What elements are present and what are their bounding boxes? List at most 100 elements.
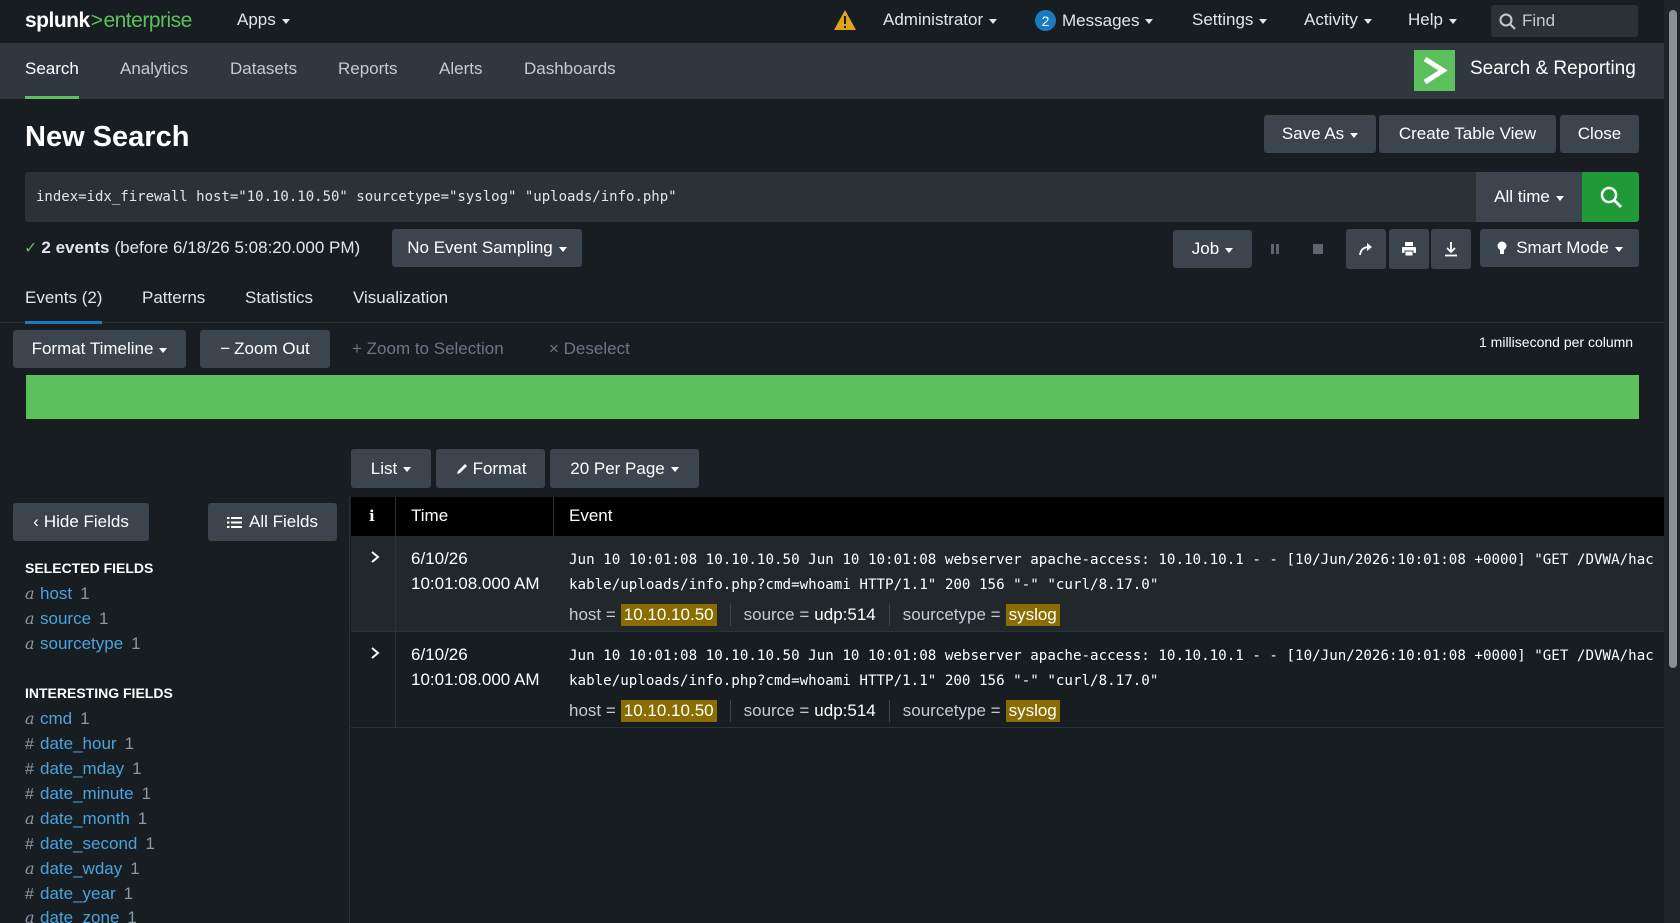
field-name[interactable]: source	[40, 609, 91, 629]
field-count: 1	[80, 584, 90, 603]
tab-dashboards[interactable]: Dashboards	[524, 43, 616, 99]
field-item-host[interactable]: a host 1	[25, 584, 90, 604]
caret-down-icon	[1225, 247, 1234, 253]
event-sampling-dropdown[interactable]: No Event Sampling	[392, 229, 582, 267]
logo-subtext: enterprise	[103, 9, 192, 32]
help-menu[interactable]: Help	[1408, 10, 1457, 30]
host-value[interactable]: 10.10.10.50	[620, 604, 717, 626]
search-mode-label: Smart Mode	[1516, 238, 1609, 257]
close-icon: ×	[549, 339, 564, 358]
apps-menu[interactable]: Apps	[237, 10, 290, 30]
field-count: 1	[80, 709, 90, 728]
sourcetype-value[interactable]: syslog	[1005, 700, 1060, 722]
field-item-date-month[interactable]: a date_month 1	[25, 809, 147, 829]
field-count: 1	[124, 734, 135, 753]
hide-fields-button[interactable]: ‹ Hide Fields	[13, 503, 149, 541]
number-type-icon: #	[25, 761, 34, 778]
source-value[interactable]: udp:514	[814, 605, 875, 625]
list-label: List	[370, 458, 398, 478]
format-timeline-dropdown[interactable]: Format Timeline	[13, 330, 186, 368]
caret-down-icon	[1614, 246, 1623, 252]
time-column-header[interactable]: Time	[411, 497, 448, 536]
app-title[interactable]: Search & Reporting	[1470, 58, 1636, 80]
sourcetype-value[interactable]: syslog	[1005, 604, 1060, 626]
chevron-right-icon[interactable]	[368, 646, 382, 660]
tab-search[interactable]: Search	[25, 43, 79, 99]
pause-icon[interactable]	[1260, 229, 1290, 269]
messages-menu[interactable]: 2 Messages	[1035, 10, 1154, 31]
search-mode-dropdown[interactable]: Smart Mode	[1480, 229, 1639, 267]
field-item-cmd[interactable]: a cmd 1	[25, 709, 90, 729]
field-item-date-wday[interactable]: a date_wday 1	[25, 859, 140, 879]
activity-menu[interactable]: Activity	[1304, 10, 1372, 30]
close-button[interactable]: Close	[1560, 115, 1639, 153]
search-button[interactable]	[1582, 172, 1639, 222]
field-name[interactable]: date_second	[40, 834, 137, 854]
caret-down-icon	[403, 467, 412, 472]
administrator-menu[interactable]: Administrator	[883, 10, 998, 30]
stop-icon[interactable]	[1303, 229, 1333, 269]
timeline-chart[interactable]	[26, 375, 1639, 419]
list-view-dropdown[interactable]: List	[351, 449, 431, 488]
tab-statistics[interactable]: Statistics	[245, 282, 313, 323]
field-item-source[interactable]: a source 1	[25, 609, 109, 629]
format-button[interactable]: Format	[436, 449, 545, 488]
caret-down-icon	[159, 347, 168, 353]
save-as-button[interactable]: Save As	[1264, 115, 1376, 153]
create-table-view-button[interactable]: Create Table View	[1379, 115, 1556, 153]
field-item-date-second[interactable]: # date_second 1	[25, 834, 155, 854]
field-name[interactable]: date_mday	[40, 759, 124, 779]
field-item-date-minute[interactable]: # date_minute 1	[25, 784, 151, 804]
field-item-date-mday[interactable]: # date_mday 1	[25, 759, 142, 779]
field-name[interactable]: date_year	[40, 884, 116, 904]
search-query-input[interactable]: index=idx_firewall host="10.10.10.50" so…	[25, 172, 1476, 222]
warning-icon[interactable]	[833, 9, 857, 31]
host-value[interactable]: 10.10.10.50	[620, 700, 717, 722]
field-divider	[888, 700, 890, 722]
app-logo-icon[interactable]	[1414, 50, 1455, 91]
settings-menu[interactable]: Settings	[1192, 10, 1268, 30]
all-fields-button[interactable]: All Fields	[208, 503, 337, 541]
tab-events[interactable]: Events (2)	[25, 282, 103, 324]
export-button[interactable]	[1431, 229, 1471, 269]
chevron-left-icon: ‹	[33, 512, 39, 531]
scrollbar-thumb[interactable]	[1669, 10, 1677, 668]
field-name[interactable]: date_wday	[40, 859, 122, 879]
tab-analytics[interactable]: Analytics	[120, 43, 188, 99]
field-name[interactable]: host	[40, 584, 72, 604]
field-name[interactable]: date_zone	[40, 908, 119, 923]
tab-alerts[interactable]: Alerts	[439, 43, 482, 99]
zoom-to-selection-button[interactable]: + Zoom to Selection	[352, 339, 504, 359]
field-item-date-year[interactable]: # date_year 1	[25, 884, 133, 904]
event-raw-text[interactable]: Jun 10 10:01:08 10.10.10.50 Jun 10 10:01…	[569, 548, 1655, 598]
tab-patterns[interactable]: Patterns	[142, 282, 205, 323]
event-raw-text[interactable]: Jun 10 10:01:08 10.10.10.50 Jun 10 10:01…	[569, 644, 1655, 694]
tab-visualization[interactable]: Visualization	[353, 282, 448, 323]
sourcetype-key: sourcetype =	[902, 701, 1001, 720]
event-fields: host = 10.10.10.50 source = udp:514 source…	[569, 700, 1060, 722]
source-value[interactable]: udp:514	[814, 701, 875, 721]
field-name[interactable]: date_hour	[40, 734, 117, 754]
job-menu-button[interactable]: Job	[1173, 230, 1252, 268]
field-name[interactable]: date_month	[40, 809, 130, 829]
splunk-logo[interactable]: splunk > enterprise	[25, 9, 192, 33]
field-name[interactable]: sourcetype	[40, 634, 123, 654]
field-name[interactable]: cmd	[40, 709, 72, 729]
chevron-right-icon[interactable]	[368, 550, 382, 564]
tab-datasets[interactable]: Datasets	[230, 43, 297, 99]
activity-label: Activity	[1304, 10, 1358, 29]
print-button[interactable]	[1389, 229, 1429, 269]
find-input[interactable]: Find	[1491, 5, 1638, 37]
share-button[interactable]	[1346, 229, 1386, 269]
field-item-date-zone[interactable]: a date_zone 1	[25, 908, 137, 923]
field-name[interactable]: date_minute	[40, 784, 134, 804]
tab-reports[interactable]: Reports	[338, 43, 398, 99]
time-range-picker[interactable]: All time	[1476, 172, 1582, 222]
field-item-sourcetype[interactable]: a sourcetype 1	[25, 634, 141, 654]
event-clock: 10:01:08.000 AM	[411, 670, 540, 689]
string-type-icon: a	[25, 709, 35, 728]
per-page-dropdown[interactable]: 20 Per Page	[550, 449, 699, 488]
deselect-button[interactable]: × Deselect	[549, 339, 630, 359]
zoom-out-button[interactable]: − Zoom Out	[200, 330, 330, 368]
field-item-date-hour[interactable]: # date_hour 1	[25, 734, 134, 754]
